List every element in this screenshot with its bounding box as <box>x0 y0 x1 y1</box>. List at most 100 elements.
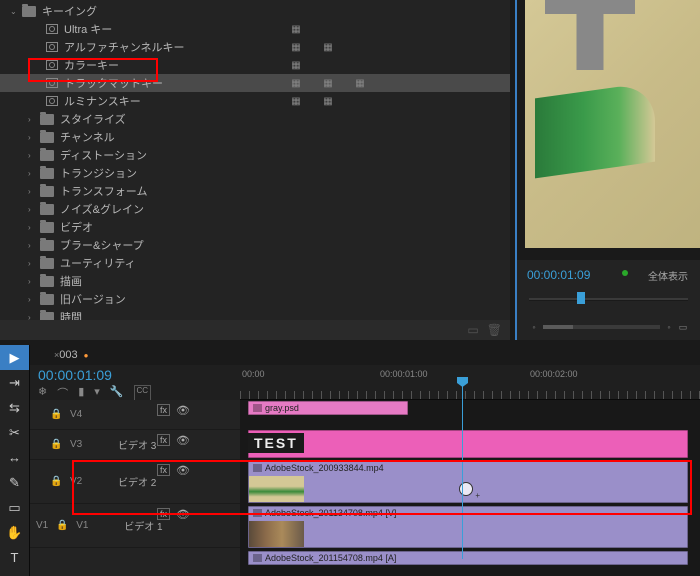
source-patch[interactable]: V1 <box>36 520 48 531</box>
fx-badge-icon[interactable]: fx <box>157 508 170 520</box>
cc-icon[interactable]: CC <box>134 385 152 401</box>
timeline-timecode[interactable]: 00:00:01:09 <box>38 367 232 383</box>
fx-badge-icon[interactable]: fx <box>157 434 170 446</box>
track-header-v1[interactable]: V1 🔒 V1 ビデオ 1 fx 👁 <box>30 504 240 548</box>
accel-icon: ▦ <box>322 41 334 53</box>
monitor-timecode[interactable]: 00:00:01:09 <box>527 268 590 282</box>
pen-tool[interactable]: ✎ <box>0 470 29 495</box>
eye-icon[interactable]: 👁 <box>176 508 190 521</box>
track-select-tool[interactable]: ⇥ <box>0 370 29 395</box>
effect-track-matte-key[interactable]: トラックマットキー ▦▦▦ <box>0 74 510 92</box>
linked-selection-icon[interactable]: ⌒ <box>57 385 68 401</box>
effects-folder-obsolete[interactable]: ›旧バージョン <box>0 290 510 308</box>
razor-tool[interactable]: ✂ <box>0 420 29 445</box>
settings-icon[interactable]: ▾ <box>94 385 100 401</box>
track-header-v3[interactable]: 🔒 V3 ビデオ 3 fx 👁 <box>30 430 240 460</box>
track-name: ビデオ 1 <box>124 518 162 533</box>
effect-alpha-channel-key[interactable]: アルファチャンネルキー ▦▦ <box>0 38 510 56</box>
lock-icon[interactable]: 🔒 <box>50 476 62 487</box>
track-label: V2 <box>70 476 90 487</box>
track-label: V4 <box>70 409 90 420</box>
folder-label: ブラー&シャープ <box>60 237 144 253</box>
effects-folder-channel[interactable]: ›チャンネル <box>0 128 510 146</box>
accel-icon: ▦ <box>322 95 334 107</box>
folder-label: ノイズ&グレイン <box>60 201 144 217</box>
folder-icon <box>40 258 54 269</box>
chevron-right-icon: › <box>28 241 38 250</box>
zoom-in-icon[interactable]: ◦ <box>664 322 674 332</box>
zoom-out-icon[interactable]: ◦ <box>529 322 539 332</box>
effect-ultra-key[interactable]: Ultra キー ▦ <box>0 20 510 38</box>
fx-badge-icon[interactable]: fx <box>157 404 170 416</box>
monitor-scrubber[interactable] <box>529 290 688 310</box>
timeline-main: × 003 ● 00:00:01:09 ❄ ⌒ ▮ ▾ 🔧 CC 00:00 0… <box>30 345 700 576</box>
effects-panel-footer: ▭ 🗑 <box>0 320 510 340</box>
ruler-tick: 00:00:02:00 <box>530 369 578 379</box>
folder-label: スタイライズ <box>60 111 126 127</box>
sequence-tab[interactable]: × 003 ● <box>30 345 700 365</box>
lock-icon[interactable]: 🔒 <box>50 439 62 450</box>
eye-icon[interactable]: 👁 <box>176 404 190 417</box>
zoom-select[interactable]: 全体表示 <box>648 268 688 283</box>
eye-icon[interactable]: 👁 <box>176 464 190 477</box>
chevron-right-icon: › <box>28 223 38 232</box>
clips-area[interactable]: gray.psd TEST AdobeStock_200933844.mp4 A… <box>240 400 700 576</box>
selection-tool[interactable]: ▶ <box>0 345 29 370</box>
chevron-right-icon: › <box>28 295 38 304</box>
clip-stock1[interactable]: AdobeStock_200933844.mp4 <box>248 461 688 503</box>
effects-folder-transform[interactable]: ›トランスフォーム <box>0 182 510 200</box>
snap-icon[interactable]: ❄ <box>38 385 47 401</box>
track-header-v4[interactable]: 🔒 V4 fx 👁 <box>30 400 240 430</box>
effects-folder-transition[interactable]: ›トランジション <box>0 164 510 182</box>
track-header-v2[interactable]: 🔒 V2 ビデオ 2 fx 👁 <box>30 460 240 504</box>
effects-folder-stylize[interactable]: ›スタイライズ <box>0 110 510 128</box>
folder-icon <box>40 204 54 215</box>
effects-folder-generate[interactable]: ›描画 <box>0 272 510 290</box>
effects-folder-utility[interactable]: ›ユーティリティ <box>0 254 510 272</box>
playhead-thumb-icon[interactable] <box>577 292 585 304</box>
effects-panel: ⌄ キーイング Ultra キー ▦ アルファチャンネルキー ▦▦ カラーキー … <box>0 0 510 340</box>
effect-color-key[interactable]: カラーキー ▦ <box>0 56 510 74</box>
rectangle-tool[interactable]: ▭ <box>0 495 29 520</box>
trash-icon[interactable]: 🗑 <box>487 323 502 337</box>
accel-icon: ▦ <box>290 59 302 71</box>
chevron-down-icon: ⌄ <box>10 7 20 16</box>
effects-category-keying[interactable]: ⌄ キーイング <box>0 2 510 20</box>
clip-stock3[interactable]: AdobeStock_201154708.mp4 [A] <box>248 551 688 565</box>
clip-type-icon <box>253 464 262 472</box>
folder-label: ディストーション <box>60 147 147 163</box>
effect-label: ルミナンスキー <box>64 93 141 109</box>
wrench-icon[interactable]: 🔧 <box>110 385 124 401</box>
folder-icon <box>40 168 54 179</box>
new-bin-icon[interactable]: ▭ <box>467 323 478 337</box>
zoom-slider[interactable]: ◦ ◦ ▭ <box>529 322 688 332</box>
time-ruler[interactable]: 00:00 00:00:01:00 00:00:02:00 <box>240 365 700 400</box>
track-label: V1 <box>76 520 96 531</box>
zoom-fit-icon[interactable]: ▭ <box>678 322 688 332</box>
clip-stock2[interactable]: AdobeStock_201134708.mp4 [V] <box>248 506 688 548</box>
effects-folder-blur-sharpen[interactable]: › ブラー&シャープ <box>0 236 510 254</box>
effects-folder-noise-grain[interactable]: ›ノイズ&グレイン <box>0 200 510 218</box>
lock-icon[interactable]: 🔒 <box>56 520 68 531</box>
clip-title[interactable] <box>248 430 688 458</box>
chevron-right-icon: › <box>28 277 38 286</box>
effect-luminance-key[interactable]: ルミナンスキー ▦▦ <box>0 92 510 110</box>
track-name: ビデオ 2 <box>118 474 156 489</box>
hand-tool[interactable]: ✋ <box>0 520 29 545</box>
folder-icon <box>40 132 54 143</box>
ripple-edit-tool[interactable]: ⇆ <box>0 395 29 420</box>
folder-label: ユーティリティ <box>60 255 136 271</box>
playhead[interactable] <box>462 383 463 559</box>
folder-icon <box>40 222 54 233</box>
clip-gray-psd[interactable]: gray.psd <box>248 401 408 415</box>
lock-icon[interactable]: 🔒 <box>50 409 62 420</box>
effects-folder-distortion[interactable]: ›ディストーション <box>0 146 510 164</box>
marker-icon[interactable]: ▮ <box>78 385 84 401</box>
accel-icon: ▦ <box>290 77 302 89</box>
fx-badge-icon[interactable]: fx <box>157 464 170 476</box>
effects-folder-video[interactable]: ›ビデオ <box>0 218 510 236</box>
slip-tool[interactable]: ↔ <box>0 445 29 470</box>
type-tool[interactable]: T <box>0 545 29 570</box>
eye-icon[interactable]: 👁 <box>176 434 190 447</box>
preview-viewport[interactable] <box>525 0 700 248</box>
